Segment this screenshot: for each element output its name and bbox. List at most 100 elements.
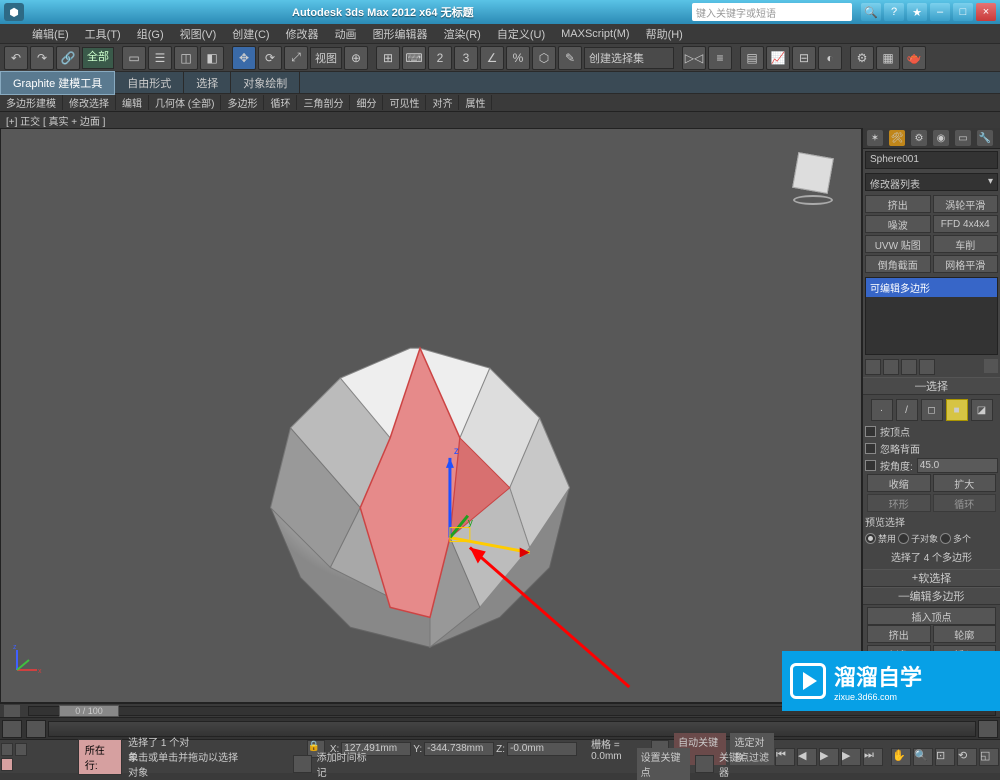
- menu-render[interactable]: 渲染(R): [436, 26, 489, 42]
- help-dropdown-icon[interactable]: ?: [884, 3, 904, 21]
- trackbar-key-mode-icon[interactable]: [26, 720, 46, 738]
- angle-snap-button[interactable]: ∠: [480, 46, 504, 70]
- quick-mod-extrude[interactable]: 挤出: [865, 195, 931, 213]
- subobj-vertex-icon[interactable]: ·: [871, 399, 893, 421]
- modify-tab-icon[interactable]: 🛠: [889, 130, 905, 146]
- goto-start-button[interactable]: ⏮: [775, 748, 795, 766]
- angle-spinner[interactable]: 45.0: [917, 458, 998, 473]
- time-slider-thumb[interactable]: 0 / 100: [59, 705, 119, 717]
- utilities-tab-icon[interactable]: 🔧: [977, 130, 993, 146]
- render-button[interactable]: 🫖: [902, 46, 926, 70]
- selection-filter-dropdown[interactable]: 全部: [82, 47, 114, 69]
- render-frame-button[interactable]: ▦: [876, 46, 900, 70]
- by-vertex-checkbox[interactable]: [865, 426, 876, 437]
- ignore-backfacing-checkbox[interactable]: [865, 443, 876, 454]
- trackbar-config-icon[interactable]: [978, 720, 998, 738]
- menu-views[interactable]: 视图(V): [172, 26, 225, 42]
- minimize-button[interactable]: –: [930, 3, 950, 21]
- viewport-pan-button[interactable]: ✋: [891, 748, 911, 766]
- motion-tab-icon[interactable]: ◉: [933, 130, 949, 146]
- key-filters-icon[interactable]: [695, 755, 714, 773]
- select-rotate-button[interactable]: ⟳: [258, 46, 282, 70]
- insert-vertex-button[interactable]: 插入顶点: [867, 607, 996, 625]
- select-scale-button[interactable]: ⤢: [284, 46, 308, 70]
- make-unique-icon[interactable]: [901, 359, 917, 375]
- menu-tools[interactable]: 工具(T): [77, 26, 129, 42]
- current-layer-label[interactable]: 所在行:: [78, 739, 122, 775]
- snap-3d-button[interactable]: 3: [454, 46, 478, 70]
- coord-z-field[interactable]: -0.0mm: [507, 742, 577, 756]
- ribbon-panel-tris[interactable]: 三角剖分: [297, 95, 350, 110]
- viewport[interactable]: z y z x: [0, 128, 862, 703]
- ribbon-tab-selection[interactable]: 选择: [184, 72, 231, 94]
- ribbon-tab-graphite[interactable]: Graphite 建模工具: [0, 71, 115, 95]
- viewport-maxtoggle-button[interactable]: ◱: [979, 748, 999, 766]
- ribbon-tab-freeform[interactable]: 自由形式: [115, 72, 184, 94]
- shrink-button[interactable]: 收缩: [867, 474, 931, 492]
- viewport-orbit-button[interactable]: ⟲: [957, 748, 977, 766]
- manipulate-button[interactable]: ⊞: [376, 46, 400, 70]
- add-time-tag-button[interactable]: 添加时间标记: [317, 749, 372, 779]
- spinner-snap-button[interactable]: ⬡: [532, 46, 556, 70]
- quick-mod-meshsmooth[interactable]: 网格平滑: [933, 255, 999, 273]
- close-button[interactable]: ×: [976, 3, 996, 21]
- quick-mod-ffd[interactable]: FFD 4x4x4: [933, 215, 999, 233]
- quick-mod-uvw[interactable]: UVW 贴图: [865, 235, 931, 253]
- ribbon-tab-objectpaint[interactable]: 对象绘制: [231, 72, 300, 94]
- show-end-result-icon[interactable]: [883, 359, 899, 375]
- modifier-stack[interactable]: 可编辑多边形: [865, 277, 998, 355]
- menu-create[interactable]: 创建(C): [224, 26, 277, 42]
- pin-stack-icon[interactable]: [865, 359, 881, 375]
- rollout-editpoly-header[interactable]: — 编辑多边形: [863, 587, 1000, 605]
- app-logo-icon[interactable]: ⬢: [4, 3, 24, 21]
- mirror-button[interactable]: ▷◁: [682, 46, 706, 70]
- curve-editor-button[interactable]: 📈: [766, 46, 790, 70]
- edit-named-sel-button[interactable]: ✎: [558, 46, 582, 70]
- search-icon[interactable]: 🔍: [861, 3, 881, 21]
- link-button[interactable]: 🔗: [56, 46, 80, 70]
- menu-modifiers[interactable]: 修改器: [278, 26, 327, 42]
- viewport-zoomext-button[interactable]: ⊡: [935, 748, 955, 766]
- loop-button[interactable]: 循环: [933, 494, 997, 512]
- ribbon-panel-edit[interactable]: 编辑: [116, 95, 149, 110]
- quick-mod-turbosmooth[interactable]: 涡轮平滑: [933, 195, 999, 213]
- setkey-button[interactable]: 设置关键点: [637, 748, 691, 780]
- help-search-input[interactable]: 键入关键字或短语: [692, 3, 852, 21]
- ribbon-panel-properties[interactable]: 属性: [459, 95, 492, 110]
- subobj-border-icon[interactable]: ◻: [921, 399, 943, 421]
- modifier-list-dropdown[interactable]: 修改器列表▾: [865, 173, 998, 191]
- menu-customize[interactable]: 自定义(U): [489, 26, 553, 42]
- by-angle-checkbox[interactable]: [865, 460, 876, 471]
- keyboard-shortcut-button[interactable]: ⌨: [402, 46, 426, 70]
- subobj-polygon-icon[interactable]: ■: [946, 399, 968, 421]
- preview-off-radio[interactable]: [865, 533, 876, 544]
- menu-maxscript[interactable]: MAXScript(M): [553, 28, 637, 40]
- subobj-element-icon[interactable]: ◪: [971, 399, 993, 421]
- quick-mod-lathe[interactable]: 车削: [933, 235, 999, 253]
- layers-button[interactable]: ▤: [740, 46, 764, 70]
- subobj-edge-icon[interactable]: /: [896, 399, 918, 421]
- preview-subobj-radio[interactable]: [898, 533, 909, 544]
- render-setup-button[interactable]: ⚙: [850, 46, 874, 70]
- maxscript-mini-listener[interactable]: [0, 742, 74, 772]
- viewcube[interactable]: [785, 149, 841, 205]
- trackbar-curve-icon[interactable]: [2, 720, 22, 738]
- menu-group[interactable]: 组(G): [129, 26, 172, 42]
- grow-button[interactable]: 扩大: [933, 474, 997, 492]
- viewport-zoom-button[interactable]: 🔍: [913, 748, 933, 766]
- material-editor-button[interactable]: ◐: [818, 46, 842, 70]
- timeslider-start-icon[interactable]: [4, 705, 20, 717]
- time-tag-icon[interactable]: [293, 755, 312, 773]
- percent-snap-button[interactable]: %: [506, 46, 530, 70]
- select-by-name-button[interactable]: ☰: [148, 46, 172, 70]
- favorite-icon[interactable]: ★: [907, 3, 927, 21]
- ring-button[interactable]: 环形: [867, 494, 931, 512]
- key-filters-button[interactable]: 关键点过滤器: [719, 749, 774, 779]
- object-name-field[interactable]: Sphere001: [865, 151, 998, 169]
- menu-help[interactable]: 帮助(H): [638, 26, 691, 42]
- preview-multi-radio[interactable]: [940, 533, 951, 544]
- viewcube-face-icon[interactable]: [792, 152, 834, 194]
- ribbon-panel-subdiv[interactable]: 细分: [350, 95, 383, 110]
- schematic-view-button[interactable]: ⊟: [792, 46, 816, 70]
- menu-animation[interactable]: 动画: [327, 26, 365, 42]
